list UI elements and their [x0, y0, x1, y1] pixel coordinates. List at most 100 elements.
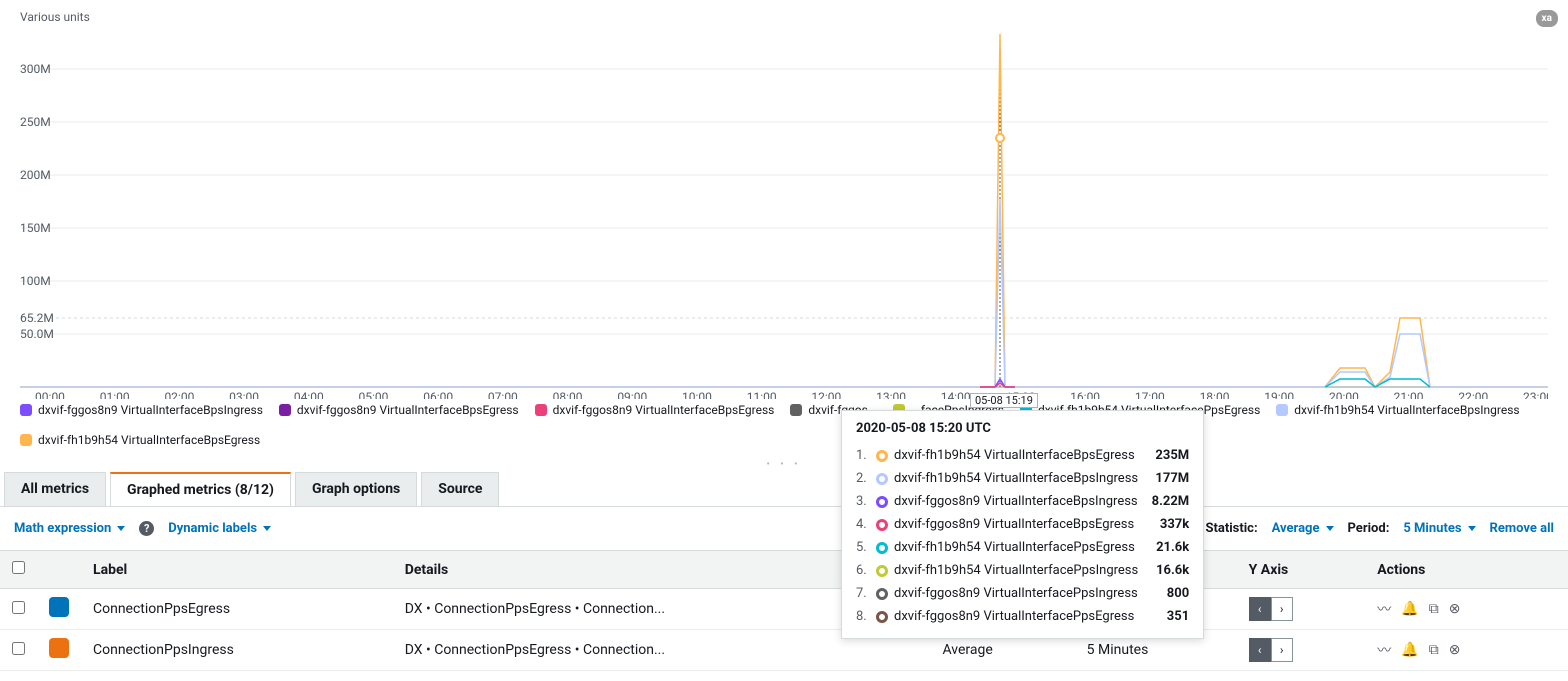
- svg-text:05:00: 05:00: [359, 390, 389, 399]
- dynamic-labels-dropdown[interactable]: Dynamic labels: [168, 521, 271, 536]
- legend-marker: [279, 404, 291, 416]
- tab-bar: All metrics Graphed metrics (8/12) Graph…: [0, 472, 1568, 506]
- col-label: Label: [81, 551, 393, 589]
- svg-text:250M: 250M: [20, 115, 51, 129]
- tooltip-row: 2. dxvif-fh1b9h54 VirtualInterfaceBpsIngr…: [856, 467, 1189, 490]
- svg-text:19:00: 19:00: [1264, 390, 1294, 399]
- legend-label: dxvif-fh1b9h54 VirtualInterfaceBpsIngres…: [1294, 403, 1519, 417]
- legend-item[interactable]: dxvif-fggos8n9 VirtualInterfaceBpsIngres…: [20, 403, 263, 417]
- select-all-checkbox[interactable]: [12, 561, 25, 574]
- statistic-dropdown[interactable]: Average: [1272, 521, 1334, 536]
- svg-text:150M: 150M: [20, 221, 51, 235]
- col-actions: Actions: [1365, 551, 1568, 589]
- tooltip-value: 16.6k: [1156, 563, 1189, 578]
- tooltip-row: 7.dxvif-fggos8n9 VirtualInterfacePpsIngr…: [856, 582, 1189, 605]
- trend-icon[interactable]: 〰: [1377, 599, 1391, 619]
- period-label: Period:: [1348, 521, 1390, 536]
- chevron-down-icon: [1468, 526, 1476, 531]
- row-checkbox[interactable]: [12, 642, 25, 655]
- legend-item[interactable]: dxvif-fh1b9h54 VirtualInterfaceBpsEgress: [20, 433, 260, 447]
- tooltip-row: 8.dxvif-fggos8n9 VirtualInterfacePpsEgre…: [856, 605, 1189, 628]
- tab-all-metrics[interactable]: All metrics: [4, 472, 106, 506]
- svg-text:14:00: 14:00: [941, 390, 971, 399]
- series-ring-icon: [876, 588, 888, 600]
- legend-marker: [1276, 404, 1288, 416]
- remove-icon[interactable]: ⊗: [1449, 601, 1461, 617]
- svg-text:06:00: 06:00: [423, 390, 453, 399]
- tooltip-series-label: dxvif-fh1b9h54 VirtualInterfaceBpsIngres…: [894, 471, 1141, 486]
- metrics-chart[interactable]: 50.0M 65.2M 100M 150M 200M 250M 300M 00:…: [20, 29, 1548, 399]
- legend-marker: [20, 404, 32, 416]
- tooltip-value: 177M: [1155, 471, 1189, 486]
- tooltip-value: 800: [1167, 586, 1189, 601]
- svg-text:21:00: 21:00: [1394, 390, 1424, 399]
- tooltip-value: 235M: [1155, 448, 1189, 463]
- tooltip-series-label: dxvif-fh1b9h54 VirtualInterfacePpsIngres…: [894, 563, 1142, 578]
- series-ring-icon: [876, 519, 888, 531]
- tab-source[interactable]: Source: [421, 472, 499, 506]
- legend-marker: [535, 404, 547, 416]
- legend-item[interactable]: dxvif-fh1b9h54 VirtualInterfaceBpsIngres…: [1276, 403, 1519, 417]
- tooltip-timestamp: 2020-05-08 15:20 UTC: [856, 421, 1189, 436]
- tooltip-rank: 5.: [856, 540, 870, 555]
- chart-legend: dxvif-fggos8n9 VirtualInterfaceBpsIngres…: [0, 399, 1568, 457]
- row-checkbox[interactable]: [12, 601, 25, 614]
- svg-text:07:00: 07:00: [488, 390, 518, 399]
- tooltip-series-label: dxvif-fh1b9h54 VirtualInterfacePpsEgress: [894, 540, 1142, 555]
- legend-label: dxvif-fh1b9h54 VirtualInterfaceBpsEgress: [38, 433, 260, 447]
- resize-handle[interactable]: • • •: [0, 457, 1568, 472]
- period-dropdown[interactable]: 5 Minutes: [1403, 521, 1475, 536]
- series-ring-icon: [876, 565, 888, 577]
- svg-text:04:00: 04:00: [294, 390, 324, 399]
- copy-icon[interactable]: ⧉: [1429, 601, 1439, 617]
- legend-marker: [790, 404, 802, 416]
- yaxis-toggle[interactable]: ‹›: [1249, 597, 1293, 621]
- remove-all-link[interactable]: Remove all: [1490, 521, 1554, 536]
- color-swatch[interactable]: [49, 638, 69, 658]
- tooltip-row: 5. dxvif-fh1b9h54 VirtualInterfacePpsEgre…: [856, 536, 1189, 559]
- col-yaxis: Y Axis: [1237, 551, 1366, 589]
- remove-icon[interactable]: ⊗: [1449, 642, 1461, 658]
- row-label: ConnectionPpsEgress: [81, 589, 393, 630]
- svg-text:20:00: 20:00: [1329, 390, 1359, 399]
- color-swatch[interactable]: [49, 597, 69, 617]
- yaxis-toggle[interactable]: ‹›: [1249, 638, 1293, 662]
- metrics-toolbar: Math expression ? Dynamic labels Statist…: [0, 506, 1568, 550]
- legend-item[interactable]: dxvif-fggos8n9 VirtualInterfaceBpsEgress: [279, 403, 519, 417]
- svg-text:00:00: 00:00: [35, 390, 65, 399]
- chevron-down-icon: [1326, 526, 1334, 531]
- bell-icon[interactable]: 🔔: [1401, 601, 1418, 617]
- tooltip-value: 8.22M: [1152, 494, 1190, 509]
- chart-container: Various units 50.0M 65.2M 100M 150M 200M…: [0, 0, 1568, 399]
- tab-graph-options[interactable]: Graph options: [295, 472, 417, 506]
- svg-text:13:00: 13:00: [876, 390, 906, 399]
- trend-icon[interactable]: 〰: [1377, 640, 1391, 660]
- legend-label: dxvif-fggos8n9 VirtualInterfaceBpsIngres…: [38, 403, 263, 417]
- tooltip-value: 337k: [1160, 517, 1189, 532]
- svg-text:300M: 300M: [20, 62, 51, 76]
- legend-item[interactable]: dxvif-fggos8n9 VirtualInterfaceBpsEgress: [535, 403, 775, 417]
- tooltip-row: 6. dxvif-fh1b9h54 VirtualInterfacePpsIngr…: [856, 559, 1189, 582]
- xa-badge: xa: [1536, 10, 1558, 27]
- math-expression-dropdown[interactable]: Math expression: [14, 521, 125, 536]
- series-ring-icon: [876, 450, 888, 462]
- tooltip-rank: 6.: [856, 563, 870, 578]
- tooltip-series-label: dxvif-fggos8n9 VirtualInterfaceBpsEgress: [894, 517, 1146, 532]
- copy-icon[interactable]: ⧉: [1429, 642, 1439, 658]
- tooltip-row: 1.dxvif-fh1b9h54 VirtualInterfaceBpsEgre…: [856, 444, 1189, 467]
- svg-text:08:00: 08:00: [553, 390, 583, 399]
- tab-graphed-metrics[interactable]: Graphed metrics (8/12): [110, 472, 291, 506]
- help-icon[interactable]: ?: [139, 521, 154, 536]
- tooltip-rank: 1.: [856, 448, 870, 463]
- bell-icon[interactable]: 🔔: [1401, 642, 1418, 658]
- svg-text:23:00: 23:00: [1523, 390, 1548, 399]
- tooltip-value: 21.6k: [1156, 540, 1189, 555]
- tooltip-rank: 2.: [856, 471, 870, 486]
- chevron-down-icon: [117, 526, 125, 531]
- row-label: ConnectionPpsIngress: [81, 630, 393, 671]
- svg-text:10:00: 10:00: [682, 390, 712, 399]
- legend-label: dxvif-fggos8n9 VirtualInterfaceBpsEgress: [297, 403, 519, 417]
- tooltip-row: 3.dxvif-fggos8n9 VirtualInterfaceBpsIngr…: [856, 490, 1189, 513]
- tooltip-rank: 4.: [856, 517, 870, 532]
- tooltip-series-label: dxvif-fggos8n9 VirtualInterfacePpsEgress: [894, 609, 1153, 624]
